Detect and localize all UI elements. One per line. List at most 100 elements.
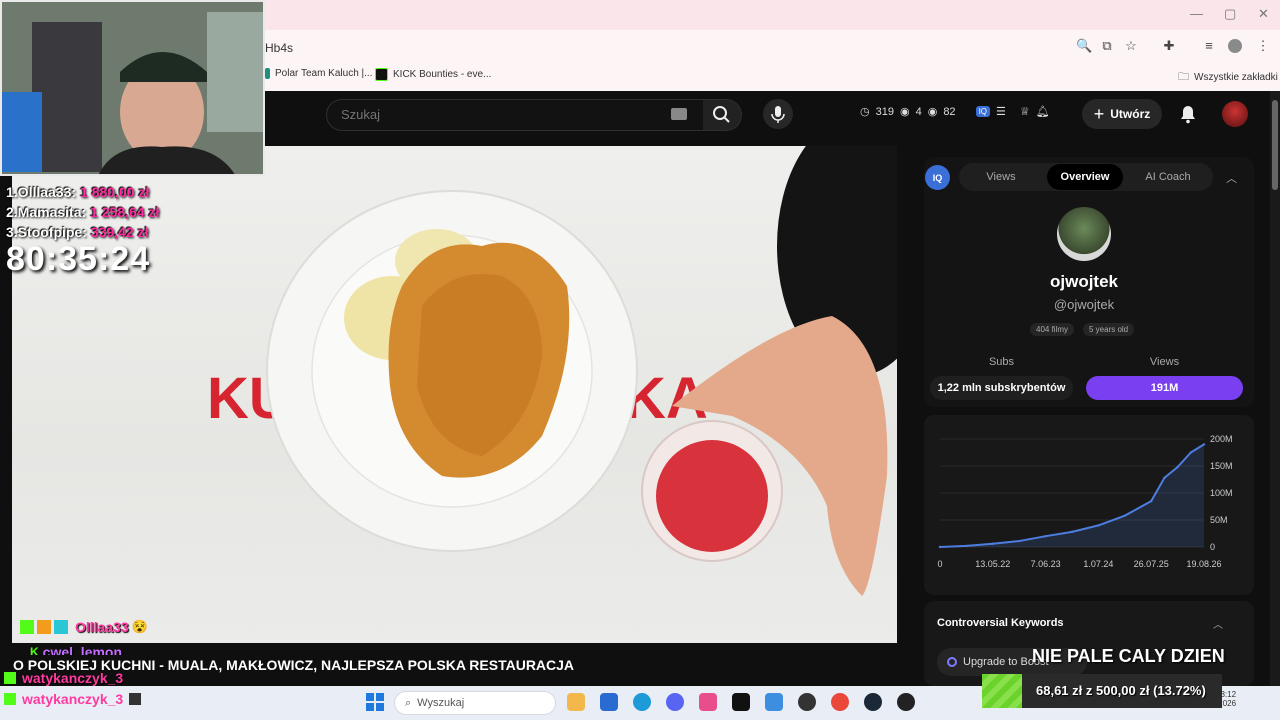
- discord-icon[interactable]: [666, 693, 684, 711]
- app-icon[interactable]: [732, 693, 750, 711]
- chart-point: [991, 542, 994, 545]
- vidiq-logo-icon: IQ: [925, 165, 950, 190]
- chat-username: Olllaa33: [75, 619, 129, 635]
- chart-point: [1176, 465, 1179, 469]
- chart-x-tick: 19.08.26: [1186, 559, 1221, 569]
- tab-overview[interactable]: Overview: [1047, 164, 1123, 190]
- windows-start-icon[interactable]: [366, 693, 384, 711]
- app-icon[interactable]: [765, 693, 783, 711]
- donor-1: 1.Olllaa33: 1 880,00 zł: [6, 184, 149, 200]
- minimize-icon[interactable]: —: [1190, 6, 1203, 21]
- url-text[interactable]: Hb4s: [265, 41, 293, 55]
- bookmark-kick[interactable]: KICK Bounties - eve...: [375, 68, 491, 81]
- kick-badge-icon: [4, 693, 16, 705]
- store-icon[interactable]: [600, 693, 618, 711]
- donor-amount: 339,42 zł: [90, 224, 149, 240]
- chart-y-tick: 100M: [1210, 488, 1233, 498]
- collapse-icon[interactable]: ︿: [1226, 170, 1237, 186]
- chart-x-tick: 1.07.24: [1083, 559, 1113, 569]
- create-button[interactable]: + Utwórz: [1082, 99, 1162, 129]
- media-icon[interactable]: ≡: [1202, 39, 1216, 53]
- search-box[interactable]: [326, 99, 710, 131]
- extensions-icon[interactable]: ✚: [1162, 39, 1176, 53]
- views-icon: ◉: [927, 106, 938, 118]
- zoom-icon[interactable]: 🔍: [1076, 39, 1092, 53]
- star-icon[interactable]: ☆: [1124, 39, 1138, 53]
- create-label: Utwórz: [1110, 107, 1151, 121]
- search-input[interactable]: [339, 106, 643, 123]
- kick-badge-icon: [20, 620, 34, 634]
- stream-caption: NIE PALE CALY DZIEN: [1032, 646, 1225, 666]
- voice-search-button[interactable]: [763, 99, 793, 129]
- chart-point: [965, 544, 968, 548]
- chart-point: [938, 545, 942, 549]
- search-button[interactable]: [703, 99, 742, 131]
- badge-icon: [54, 620, 68, 634]
- donor-name: 3.Stoofpipe:: [6, 224, 87, 240]
- chart-y-tick: 200M: [1210, 434, 1233, 444]
- stat-a: 319: [875, 105, 894, 118]
- channel-handle: @ojwojtek: [1053, 297, 1115, 312]
- list-icon[interactable]: ☰: [996, 105, 1006, 118]
- kick-badge-icon: [4, 672, 16, 684]
- tab-views[interactable]: Views: [966, 164, 1036, 190]
- media-player-icon[interactable]: [897, 693, 915, 711]
- steam-icon[interactable]: [864, 693, 882, 711]
- all-bookmarks[interactable]: 🗀 Wszystkie zakładki: [1178, 68, 1278, 87]
- views-button[interactable]: 191M: [1086, 376, 1243, 400]
- chart-point: [1044, 535, 1047, 538]
- video-player[interactable]: KU KA: [12, 146, 897, 643]
- donor-name: 1.Olllaa33:: [6, 184, 77, 200]
- vidiq-icon[interactable]: IQ: [975, 106, 991, 117]
- views-label: Views: [1149, 356, 1180, 368]
- account-avatar[interactable]: [1222, 101, 1248, 127]
- webcam-overlay: [0, 0, 265, 176]
- obs-icon[interactable]: [798, 693, 816, 711]
- close-icon[interactable]: ✕: [1258, 6, 1269, 22]
- keyboard-icon[interactable]: [671, 108, 687, 120]
- mic-icon: [771, 106, 785, 123]
- taskbar-search[interactable]: ⌕ Wyszukaj: [394, 691, 556, 715]
- menu-icon[interactable]: ⋮: [1256, 39, 1270, 53]
- eye-icon: ◉: [899, 106, 910, 118]
- profile-avatar[interactable]: [1228, 39, 1242, 53]
- bell-small-icon[interactable]: 🔔︎: [1036, 105, 1050, 118]
- restore-icon[interactable]: ▢: [1224, 6, 1236, 22]
- chat-username: watykanczyk_3: [22, 670, 124, 686]
- cast-icon[interactable]: ⧉: [1100, 39, 1114, 53]
- taskbar-search-label: Wyszukaj: [417, 697, 465, 709]
- subs-label: Subs: [988, 356, 1015, 368]
- chart-x-tick: 7.06.23: [1031, 559, 1061, 569]
- chart-y-tick: 150M: [1210, 461, 1233, 471]
- donor-3: 3.Stoofpipe: 339,42 zł: [6, 224, 148, 240]
- films-badge: 404 filmy: [1030, 323, 1075, 336]
- tab-ai-coach[interactable]: AI Coach: [1130, 164, 1206, 190]
- subs-button[interactable]: 1,22 mln subskrybentów: [930, 376, 1073, 400]
- search-icon: [713, 106, 730, 123]
- webcam-feed: [2, 2, 263, 174]
- chart-y-tick: 50M: [1210, 515, 1228, 525]
- kick-favicon-icon: [375, 68, 388, 81]
- chrome-icon[interactable]: [831, 693, 849, 711]
- donation-goal-text: 68,61 zł z 500,00 zł (13.72%): [1036, 683, 1206, 698]
- scrollbar-thumb[interactable]: [1272, 100, 1278, 190]
- section-collapse-icon[interactable]: ︿: [1213, 616, 1223, 631]
- app-icon[interactable]: [699, 693, 717, 711]
- bookmark-polar[interactable]: Polar Team Kaluch |...: [265, 68, 372, 79]
- views-growth-chart: 0 50M 100M 150M 200M 0 13.05.22 7.06.23 1.07.24 2…: [937, 434, 1233, 569]
- file-explorer-icon[interactable]: [567, 693, 585, 711]
- emote-icon: 😵: [131, 619, 148, 634]
- channel-avatar: [1057, 207, 1111, 261]
- extension-stats: ◷ 319 ◉ 4 ◉ 82 IQ ☰ ♕ 🔔︎: [860, 105, 1050, 119]
- chart-x-tick: 26.07.25: [1134, 559, 1169, 569]
- notifications-icon[interactable]: [1178, 104, 1198, 124]
- chat-line-4: watykanczyk_3: [4, 691, 142, 707]
- trophy-icon[interactable]: ♕: [1020, 105, 1030, 118]
- bookmark-favicon-icon: [265, 68, 270, 79]
- badge-icon: [37, 620, 51, 634]
- edge-icon[interactable]: [633, 693, 651, 711]
- section-title: Controversial Keywords: [937, 617, 1064, 629]
- chart-point: [1150, 499, 1153, 503]
- chart-point: [1070, 530, 1074, 534]
- subathon-timer: 80:35:24: [6, 240, 151, 278]
